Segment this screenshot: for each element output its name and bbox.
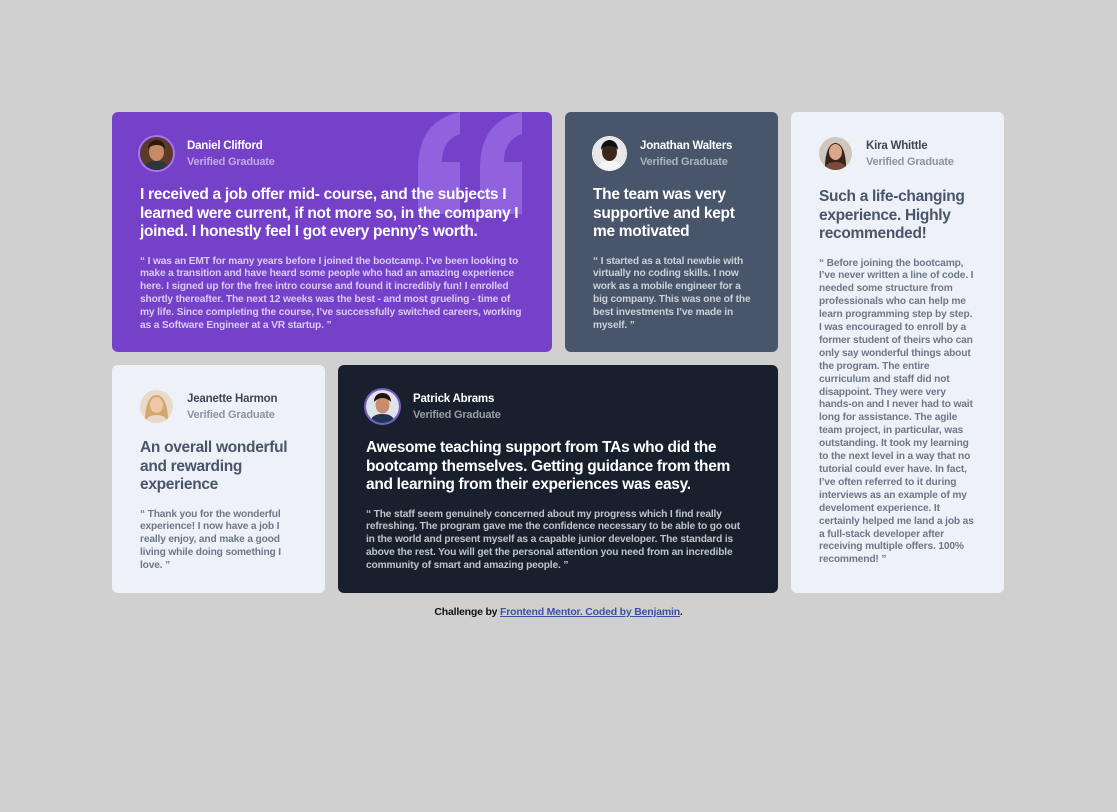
avatar <box>819 137 852 170</box>
testimonial-title: Such a life-changing experience. Highly … <box>819 188 965 242</box>
testimonial-body: “ The staff seem genuinely concerned abo… <box>366 508 740 572</box>
attribution-footer: Challenge by Frontend Mentor. Coded by B… <box>0 606 1117 618</box>
testimonial-title: An overall wonderful and rewarding exper… <box>140 439 288 493</box>
attribution-prefix: Challenge by <box>434 606 498 618</box>
testimonial-role: Verified Graduate <box>413 408 501 421</box>
testimonial-header: Patrick Abrams Verified Graduate <box>366 390 751 423</box>
testimonial-name: Patrick Abrams <box>413 392 495 405</box>
testimonial-card-daniel: Daniel Clifford Verified Graduate I rece… <box>112 112 552 352</box>
attribution-suffix: . <box>679 606 683 618</box>
testimonial-name: Jeanette Harmon <box>187 392 278 405</box>
testimonial-header: Daniel Clifford Verified Graduate <box>140 137 525 170</box>
testimonial-header: Kira Whittle Verified Graduate <box>819 137 977 170</box>
testimonial-title: Awesome teaching support from TAs who di… <box>366 439 730 493</box>
avatar <box>140 390 173 423</box>
testimonial-body: “ I started as a total newbie with virtu… <box>593 255 751 332</box>
testimonial-title: I received a job offer mid- course, and … <box>140 186 519 240</box>
testimonial-body: “ I was an EMT for many years before I j… <box>140 255 522 332</box>
testimonial-header: Jeanette Harmon Verified Graduate <box>140 390 298 423</box>
testimonial-card-kira: Kira Whittle Verified Graduate Such a li… <box>791 112 1004 593</box>
avatar <box>366 390 399 423</box>
testimonial-card-jeanette: Jeanette Harmon Verified Graduate An ove… <box>112 365 325 593</box>
testimonial-name: Kira Whittle <box>866 139 928 152</box>
testimonial-role: Verified Graduate <box>187 408 275 421</box>
testimonial-title: The team was very supportive and kept me… <box>593 186 735 240</box>
testimonial-body: “ Thank you for the wonderful experience… <box>140 508 281 572</box>
testimonial-header: Jonathan Walters Verified Graduate <box>593 137 751 170</box>
testimonial-body: “ Before joining the bootcamp, I’ve neve… <box>819 257 974 566</box>
testimonial-card-jonathan: Jonathan Walters Verified Graduate The t… <box>565 112 778 352</box>
testimonial-name: Jonathan Walters <box>640 139 733 152</box>
testimonial-card-patrick: Patrick Abrams Verified Graduate Awesome… <box>338 365 778 593</box>
testimonials-grid: Daniel Clifford Verified Graduate I rece… <box>112 112 1005 593</box>
testimonial-role: Verified Graduate <box>640 155 728 168</box>
testimonial-role: Verified Graduate <box>187 155 275 168</box>
avatar <box>593 137 626 170</box>
testimonial-role: Verified Graduate <box>866 155 954 168</box>
testimonial-name: Daniel Clifford <box>187 139 263 152</box>
avatar <box>140 137 173 170</box>
attribution-link[interactable]: Frontend Mentor. Coded by Benjamin <box>500 606 680 618</box>
